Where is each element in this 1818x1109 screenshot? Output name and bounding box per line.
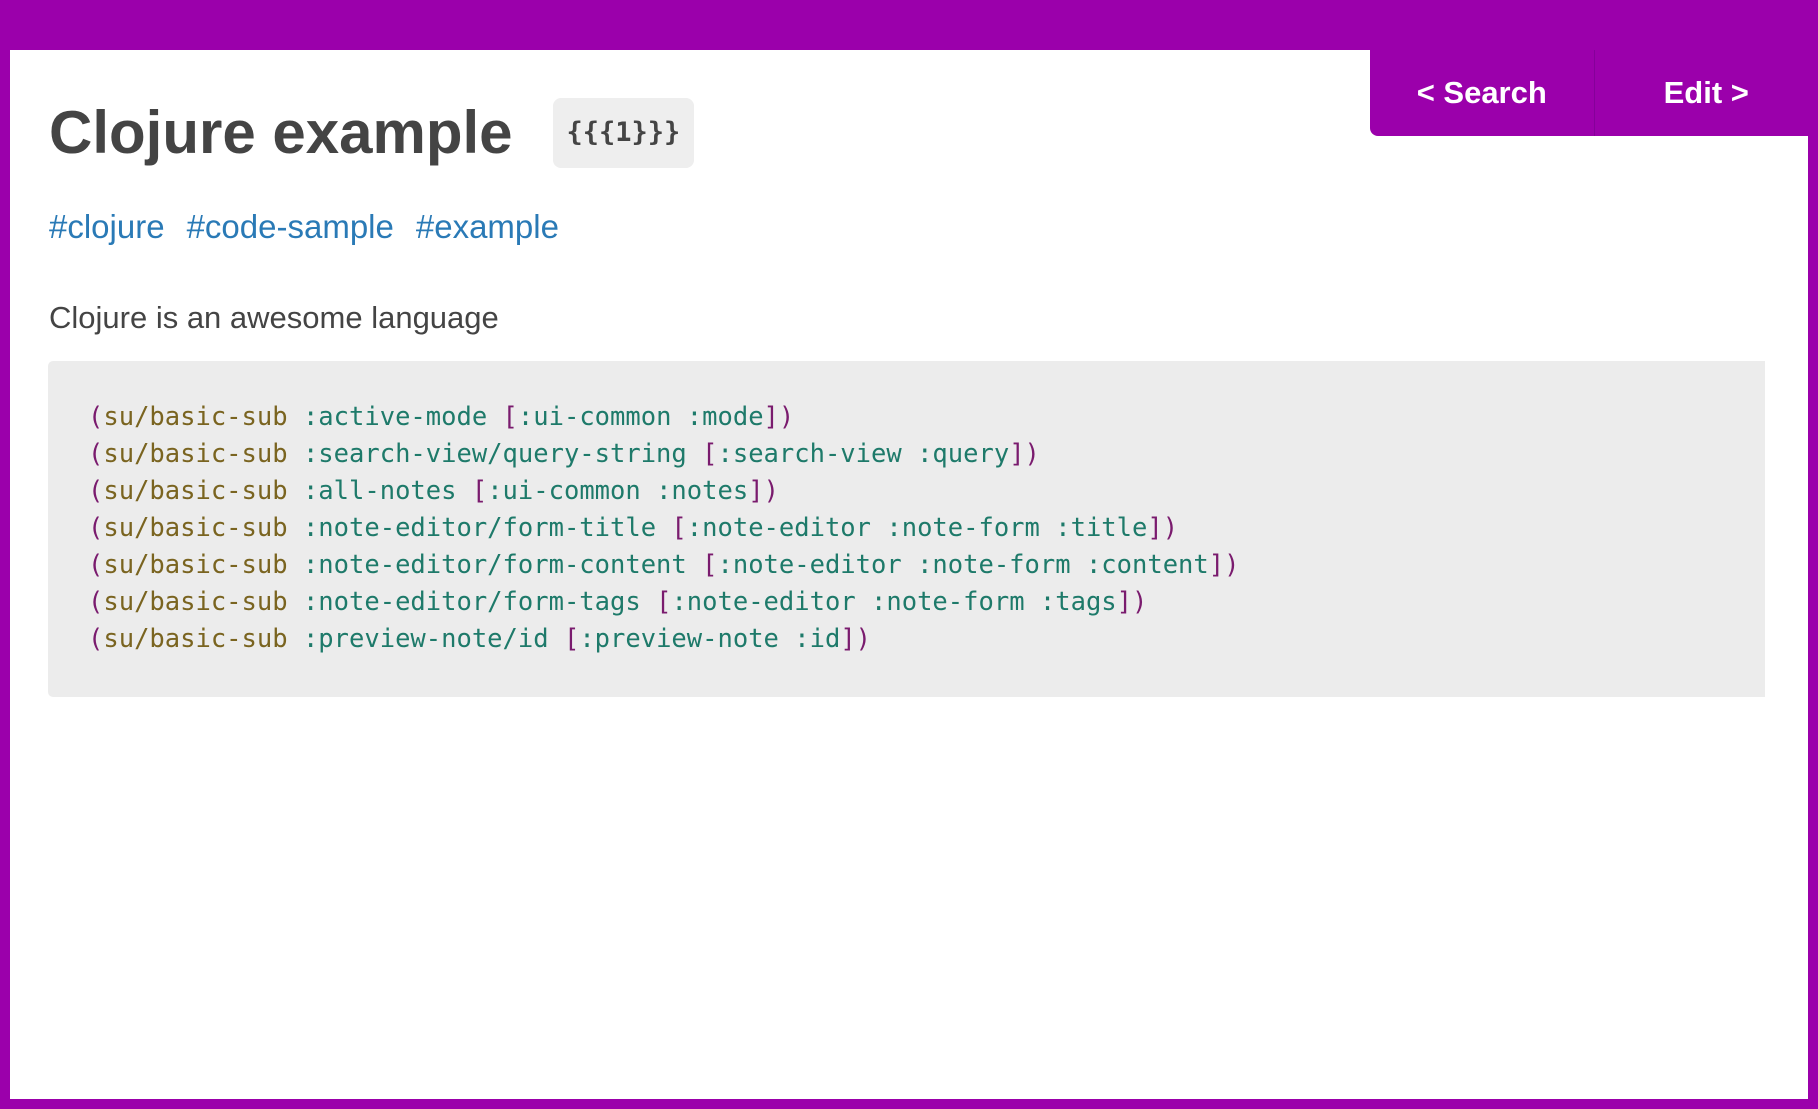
tag-link-code-sample[interactable]: #code-sample	[187, 208, 394, 246]
search-button[interactable]: < Search	[1370, 50, 1595, 136]
code-line: (su/basic-sub :note-editor/form-title [:…	[88, 510, 1765, 547]
code-line: (su/basic-sub :note-editor/form-tags [:n…	[88, 584, 1765, 621]
code-line: (su/basic-sub :search-view/query-string …	[88, 436, 1765, 473]
tag-link-clojure[interactable]: #clojure	[49, 208, 165, 246]
code-keyword: :preview-note :id	[579, 624, 841, 654]
code-function-name: su/basic-sub	[103, 513, 288, 543]
code-delimiter: ]	[1116, 587, 1133, 617]
title-row: Clojure example {{{1}}}	[49, 98, 695, 168]
code-delimiter: ]	[748, 476, 764, 506]
page-title: Clojure example	[49, 99, 513, 166]
code-delimiter: [	[702, 550, 718, 580]
code-line: (su/basic-sub :preview-note/id [:preview…	[88, 621, 1765, 658]
code-delimiter: )	[763, 476, 779, 506]
code-function-name: su/basic-sub	[103, 476, 288, 506]
code-line: (su/basic-sub :note-editor/form-content …	[88, 547, 1765, 584]
code-delimiter: (	[88, 550, 104, 580]
code-delimiter: )	[1132, 587, 1148, 617]
code-delimiter: )	[778, 402, 795, 432]
code-delimiter: [	[502, 402, 518, 432]
code-delimiter: )	[1024, 439, 1040, 469]
code-keyword: :search-view/query-string	[302, 439, 687, 469]
code-delimiter: (	[88, 587, 104, 617]
code-keyword: :note-editor :note-form :title	[686, 513, 1148, 543]
code-delimiter: )	[855, 624, 872, 654]
tag-list: #clojure #code-sample #example	[49, 208, 559, 246]
tag-link-example[interactable]: #example	[416, 208, 559, 246]
code-block: (su/basic-sub :active-mode [:ui-common :…	[48, 361, 1765, 697]
code-delimiter: )	[1224, 550, 1240, 580]
code-delimiter: (	[88, 439, 104, 469]
code-keyword: :search-view :query	[717, 439, 1010, 469]
code-delimiter: (	[88, 513, 104, 543]
code-keyword: :note-editor/form-content	[302, 550, 687, 580]
code-delimiter: [	[656, 587, 672, 617]
code-keyword: :all-notes	[302, 476, 457, 506]
code-delimiter: ]	[1009, 439, 1025, 469]
code-delimiter: ]	[1208, 550, 1225, 580]
code-delimiter: ]	[840, 624, 856, 654]
code-function-name: su/basic-sub	[103, 550, 288, 580]
code-keyword: :note-editor/form-tags	[302, 587, 641, 617]
code-function-name: su/basic-sub	[103, 439, 288, 469]
code-keyword: :active-mode	[302, 402, 488, 432]
code-delimiter: [	[671, 513, 687, 543]
code-keyword: :note-editor/form-title	[302, 513, 657, 543]
code-delimiter: (	[88, 402, 104, 432]
code-function-name: su/basic-sub	[103, 624, 288, 654]
code-delimiter: ]	[1147, 513, 1163, 543]
nav-bar: < Search Edit >	[1370, 50, 1818, 136]
code-keyword: :note-editor :note-form :content	[717, 550, 1209, 580]
code-delimiter: )	[1162, 513, 1179, 543]
code-delimiter: ]	[763, 402, 779, 432]
code-keyword: :ui-common :mode	[517, 402, 764, 432]
code-delimiter: [	[702, 439, 718, 469]
code-line: (su/basic-sub :all-notes [:ui-common :no…	[88, 473, 1765, 510]
code-function-name: su/basic-sub	[103, 402, 288, 432]
code-delimiter: (	[88, 476, 104, 506]
code-delimiter: (	[88, 624, 104, 654]
note-description: Clojure is an awesome language	[49, 300, 499, 335]
edit-button[interactable]: Edit >	[1595, 50, 1818, 136]
code-keyword: :preview-note/id	[302, 624, 549, 654]
note-view: < Search Edit > Clojure example {{{1}}} …	[10, 50, 1818, 1099]
code-function-name: su/basic-sub	[103, 587, 288, 617]
note-id-badge: {{{1}}}	[552, 98, 695, 168]
code-delimiter: [	[471, 476, 488, 506]
code-delimiter: [	[563, 624, 580, 654]
code-keyword: :note-editor :note-form :tags	[671, 587, 1117, 617]
code-keyword: :ui-common :notes	[487, 476, 749, 506]
code-line: (su/basic-sub :active-mode [:ui-common :…	[88, 399, 1765, 436]
